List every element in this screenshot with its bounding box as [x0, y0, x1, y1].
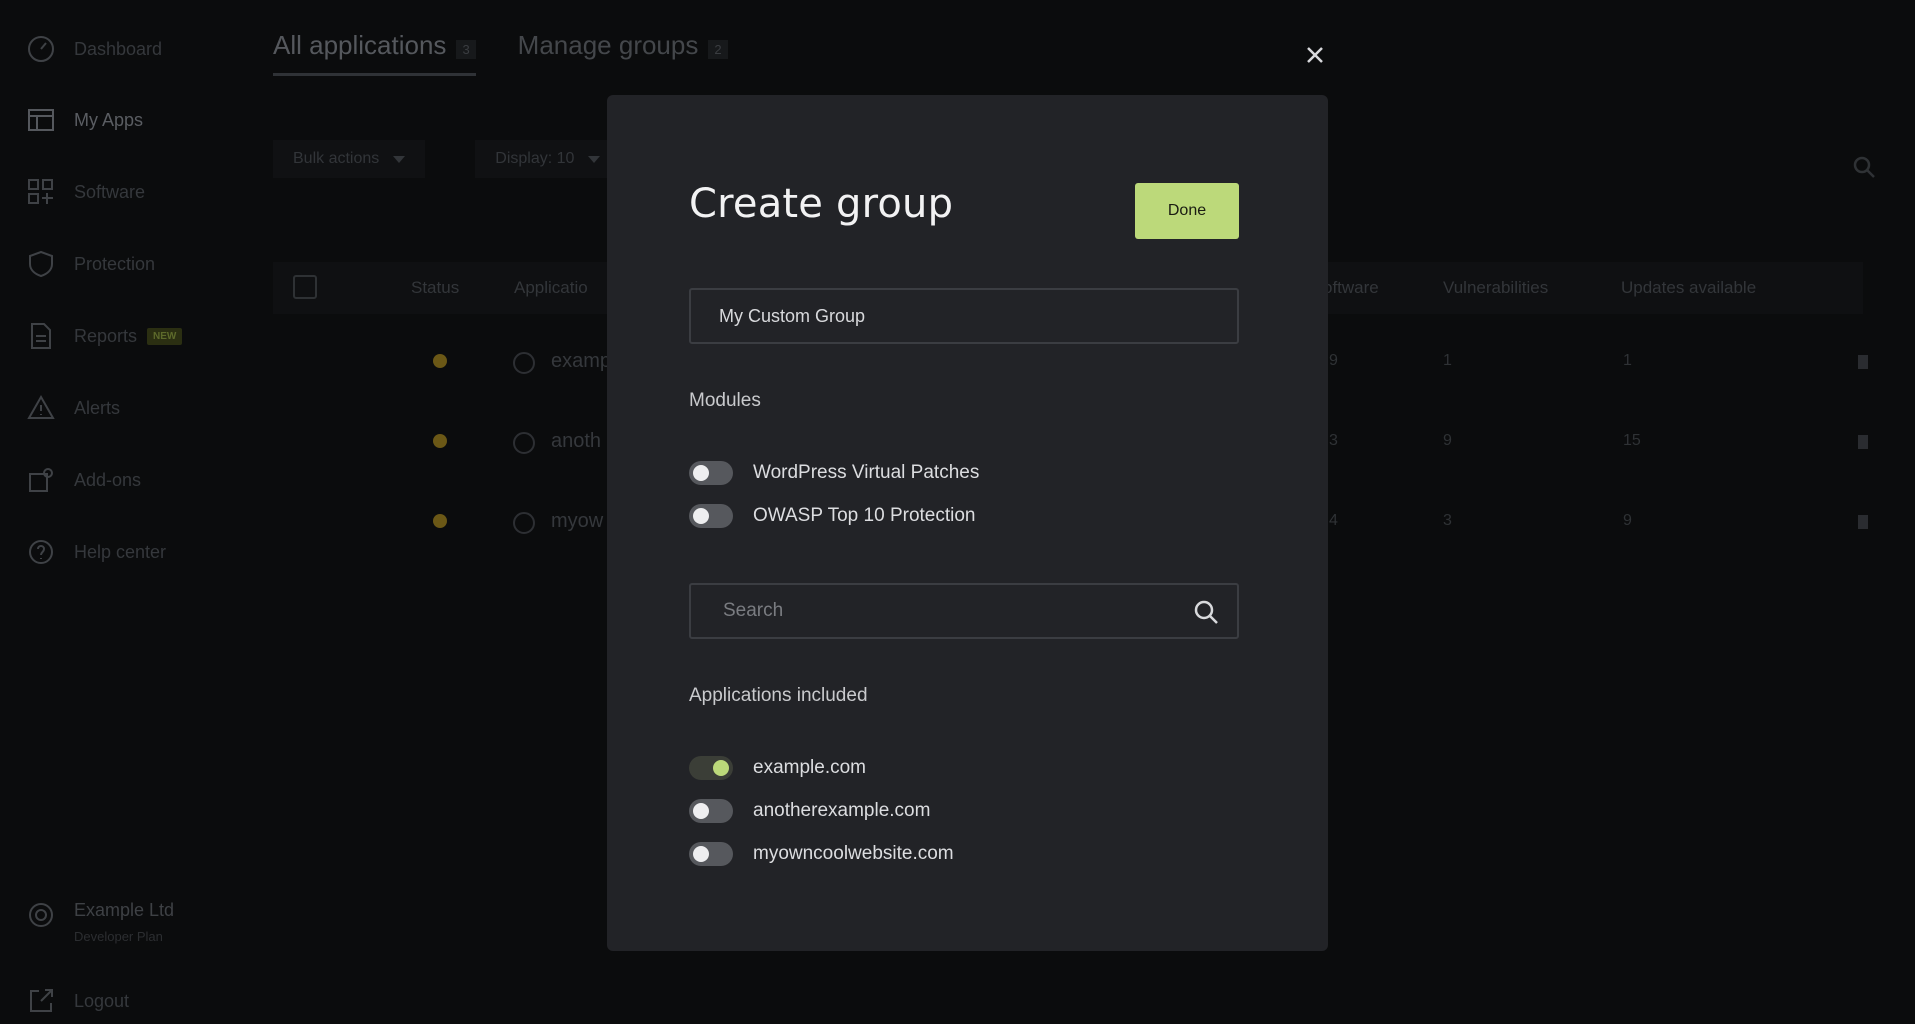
app-toggle-row: myowncoolwebsite.com: [689, 840, 954, 868]
app-toggle-example-com[interactable]: [689, 756, 733, 780]
module-toggle-row: WordPress Virtual Patches: [689, 459, 979, 487]
module-toggle-row: OWASP Top 10 Protection: [689, 502, 976, 530]
close-icon[interactable]: [1304, 44, 1326, 66]
app-toggle-myowncoolwebsite-com[interactable]: [689, 842, 733, 866]
module-label: WordPress Virtual Patches: [753, 462, 980, 483]
module-toggle-wordpress-virtual-patches[interactable]: [689, 461, 733, 485]
toggle-knob: [693, 465, 709, 481]
app-label: myowncoolwebsite.com: [753, 843, 954, 864]
module-label: OWASP Top 10 Protection: [753, 505, 976, 526]
app-toggle-row: anotherexample.com: [689, 797, 930, 825]
app-search-box: [689, 583, 1239, 639]
applications-included-label: Applications included: [689, 685, 868, 706]
toggle-knob: [693, 846, 709, 862]
module-toggle-owasp-top-10[interactable]: [689, 504, 733, 528]
group-name-input[interactable]: [689, 288, 1239, 344]
app-toggle-row: example.com: [689, 754, 866, 782]
modules-label: Modules: [689, 390, 761, 411]
done-button[interactable]: Done: [1135, 183, 1239, 239]
app-root: Dashboard My Apps Software Protection Re…: [0, 0, 1915, 1024]
search-icon[interactable]: [1193, 599, 1219, 625]
toggle-knob: [693, 508, 709, 524]
toggle-knob: [713, 760, 729, 776]
search-input[interactable]: [691, 585, 1171, 637]
create-group-dialog: Create group Done Modules WordPress Virt…: [607, 95, 1328, 951]
toggle-knob: [693, 803, 709, 819]
modal-title: Create group: [689, 181, 954, 227]
app-label: anotherexample.com: [753, 800, 931, 821]
modal-overlay: Create group Done Modules WordPress Virt…: [0, 0, 1915, 1024]
app-toggle-anotherexample-com[interactable]: [689, 799, 733, 823]
app-label: example.com: [753, 757, 866, 778]
